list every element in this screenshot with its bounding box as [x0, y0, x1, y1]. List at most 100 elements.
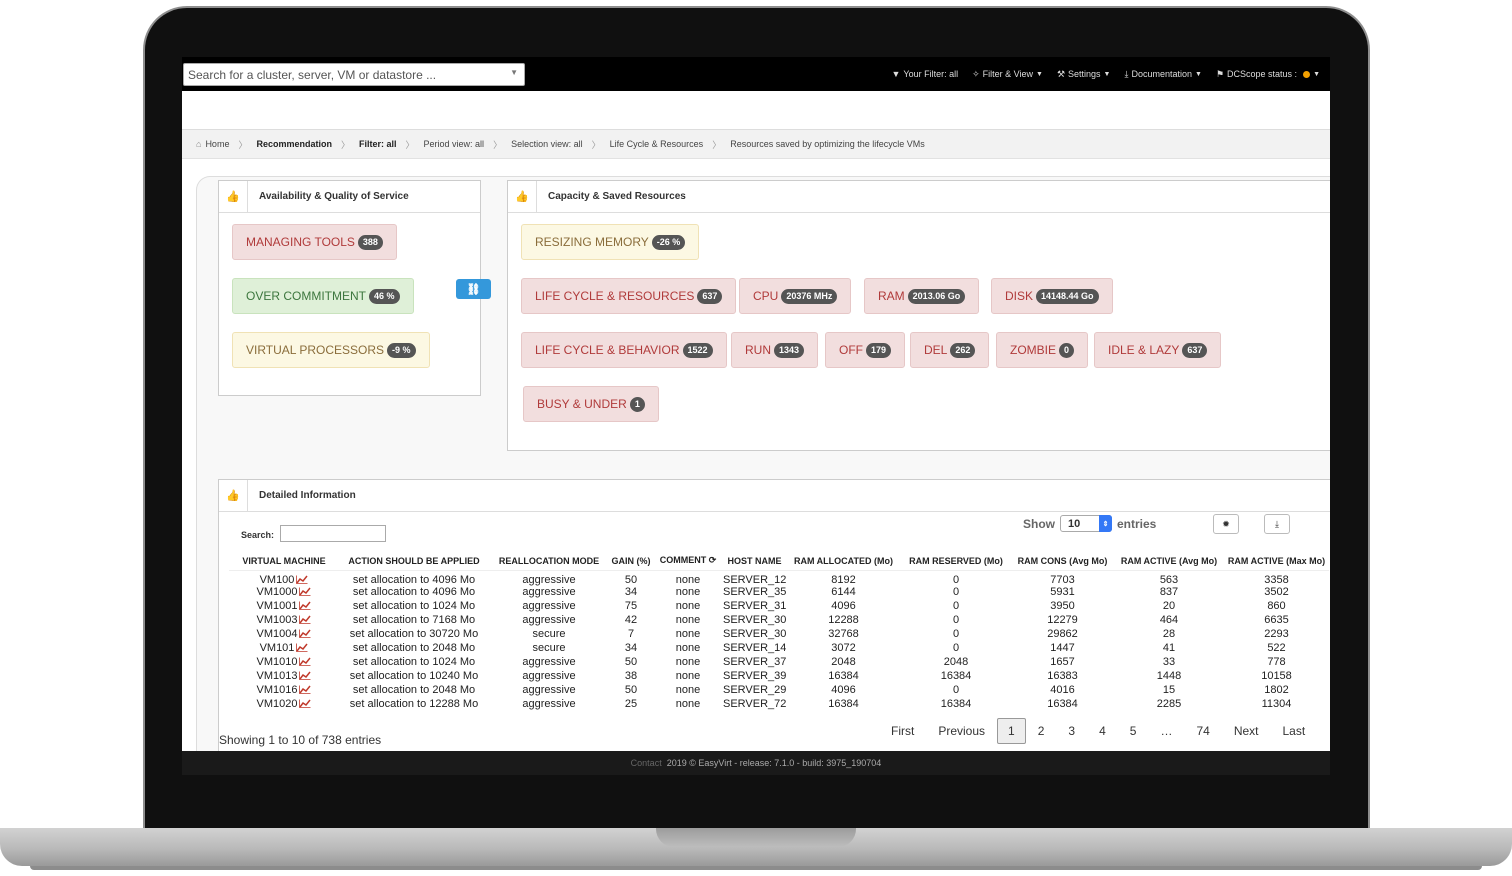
column-header[interactable]: RAM ALLOCATED (Mo)	[786, 552, 901, 571]
cell-value: 6635	[1264, 614, 1289, 627]
cell-value: set allocation to 2048 Mo	[352, 642, 476, 654]
line-chart-icon[interactable]	[299, 629, 312, 639]
vm-name[interactable]: VM1010	[257, 656, 298, 668]
vm-name[interactable]: VM1013	[257, 670, 298, 682]
cell-value: 16384	[828, 669, 859, 682]
pagination: First Previous 1 2 3 4 5 … 74 Next Last	[879, 718, 1317, 744]
vm-name[interactable]: VM100	[260, 574, 295, 586]
breadcrumb-filter[interactable]: Filter: all	[359, 139, 397, 149]
off-button[interactable]: OFF 179	[825, 332, 906, 368]
button-label: ZOMBIE	[1010, 343, 1057, 357]
page-button[interactable]: 4	[1087, 718, 1118, 744]
vm-name[interactable]: VM1001	[257, 600, 298, 612]
vm-name[interactable]: VM1000	[257, 586, 298, 598]
menu-documentation[interactable]: ⤓ Documentation ▼	[1124, 69, 1201, 80]
idle-lazy-button[interactable]: IDLE & LAZY 637	[1094, 332, 1222, 368]
page-previous-button[interactable]: Previous	[926, 718, 997, 744]
global-search-input[interactable]: Search for a cluster, server, VM or data…	[183, 63, 525, 86]
vm-name[interactable]: VM1004	[257, 628, 298, 640]
page-button[interactable]: 5	[1118, 718, 1149, 744]
column-header[interactable]: REALLOCATION MODE	[489, 552, 609, 571]
line-chart-icon[interactable]	[299, 601, 312, 611]
run-button[interactable]: RUN 1343	[731, 332, 819, 368]
zombie-button[interactable]: ZOMBIE 0	[996, 332, 1089, 368]
vm-name[interactable]: VM1003	[257, 614, 298, 626]
link-icon[interactable]: ⛓	[456, 279, 491, 299]
column-header[interactable]: COMMENT ⟳	[653, 552, 723, 571]
lifecycle-resources-button[interactable]: LIFE CYCLE & RESOURCES 637	[521, 278, 737, 314]
column-header[interactable]: RAM ACTIVE (Max Mo)	[1224, 552, 1329, 571]
contact-link[interactable]: Contact	[631, 758, 662, 768]
breadcrumb-period-view[interactable]: Period view: all	[424, 139, 485, 149]
cell-value: aggressive	[522, 683, 576, 696]
column-header[interactable]: VIRTUAL MACHINE	[229, 552, 339, 571]
line-chart-icon[interactable]	[299, 657, 312, 666]
cell-value: 5931	[1050, 586, 1075, 599]
menu-your-filter[interactable]: ▼ Your Filter: all	[891, 69, 958, 79]
refresh-icon[interactable]: ⟳	[709, 555, 717, 565]
breadcrumb-lifecycle[interactable]: Life Cycle & Resources	[610, 139, 704, 149]
line-chart-icon[interactable]	[299, 699, 312, 708]
column-header[interactable]: RAM RESERVED (Mo)	[901, 552, 1011, 571]
table-cell: 6144	[786, 586, 901, 600]
line-chart-icon[interactable]	[299, 671, 312, 680]
page-button[interactable]: 74	[1184, 718, 1221, 744]
breadcrumb-selection-view[interactable]: Selection view: all	[511, 139, 583, 149]
page-button-current[interactable]: 1	[997, 718, 1026, 744]
ram-button[interactable]: RAM 2013.06 Go	[864, 278, 980, 314]
settings-gear-button[interactable]: ✹	[1213, 514, 1239, 534]
count-badge: 179	[866, 342, 892, 358]
breadcrumb-recommendation[interactable]: Recommendation	[256, 139, 332, 149]
vm-name[interactable]: VM101	[260, 642, 295, 654]
download-icon: ⤓	[1124, 68, 1129, 79]
chevron-down-icon[interactable]: ▼	[510, 68, 518, 77]
line-chart-icon[interactable]	[299, 587, 312, 597]
line-chart-icon[interactable]	[296, 575, 309, 584]
table-search-input[interactable]	[280, 525, 386, 542]
managing-tools-button[interactable]: MANAGING TOOLS 388	[232, 224, 397, 260]
cell-value: 0	[952, 683, 960, 696]
table-cell: none	[653, 697, 723, 711]
column-header[interactable]: HOST NAME	[723, 552, 786, 571]
resizing-memory-button[interactable]: RESIZING MEMORY -26 %	[521, 224, 700, 260]
cpu-button[interactable]: CPU 20376 MHz	[739, 278, 852, 314]
page-length-select[interactable]: 10 ⇕	[1060, 515, 1112, 532]
page-ellipsis: …	[1160, 724, 1173, 738]
line-chart-icon[interactable]	[299, 685, 312, 694]
export-download-button[interactable]: ⤓	[1264, 514, 1290, 534]
menu-settings[interactable]: ⚒ Settings ▼	[1057, 69, 1111, 80]
table-cell: 7	[609, 627, 653, 641]
column-header[interactable]: RAM ACTIVE (Avg Mo)	[1114, 552, 1224, 571]
cell-value: 3950	[1050, 600, 1075, 613]
breadcrumb-home[interactable]: Home	[205, 139, 229, 149]
page-last-button[interactable]: Last	[1271, 718, 1318, 744]
column-header[interactable]: ACTION SHOULD BE APPLIED	[339, 552, 489, 571]
menu-dcscope-status[interactable]: ⚑ DCScope status : ▼	[1216, 69, 1320, 80]
vm-table: VIRTUAL MACHINE ACTION SHOULD BE APPLIED…	[229, 552, 1329, 711]
table-cell: VM100	[229, 570, 339, 586]
line-chart-icon[interactable]	[299, 615, 312, 625]
page-button[interactable]: 2	[1026, 718, 1057, 744]
cell-value: none	[675, 669, 701, 682]
virtual-processors-button[interactable]: VIRTUAL PROCESSORS -9 %	[232, 332, 430, 368]
page-first-button[interactable]: First	[879, 718, 926, 744]
column-header[interactable]: GAIN (%)	[609, 552, 653, 571]
line-chart-icon[interactable]	[296, 643, 309, 652]
del-button[interactable]: DEL 262	[910, 332, 990, 368]
table-cell: 0	[901, 627, 1011, 641]
vm-name[interactable]: VM1020	[257, 698, 298, 710]
main-content: 👍 Availability & Quality of Service MANA…	[182, 159, 1330, 759]
lifecycle-behavior-button[interactable]: LIFE CYCLE & BEHAVIOR 1522	[521, 332, 727, 368]
table-cell: 7703	[1011, 570, 1114, 586]
page-next-button[interactable]: Next	[1222, 718, 1271, 744]
busy-under-button[interactable]: BUSY & UNDER 1	[523, 386, 659, 422]
cell-value: aggressive	[522, 614, 576, 627]
disk-button[interactable]: DISK 14148.44 Go	[991, 278, 1113, 314]
page-button[interactable]: 3	[1056, 718, 1087, 744]
cell-value: 3358	[1264, 573, 1289, 586]
over-commitment-button[interactable]: OVER COMMITMENT 46 %	[232, 278, 414, 314]
menu-filter-view[interactable]: ✧ Filter & View ▼	[972, 69, 1043, 80]
vm-name[interactable]: VM1016	[257, 684, 298, 696]
table-cell: 50	[609, 655, 653, 669]
column-header[interactable]: RAM CONS (Avg Mo)	[1011, 552, 1114, 571]
